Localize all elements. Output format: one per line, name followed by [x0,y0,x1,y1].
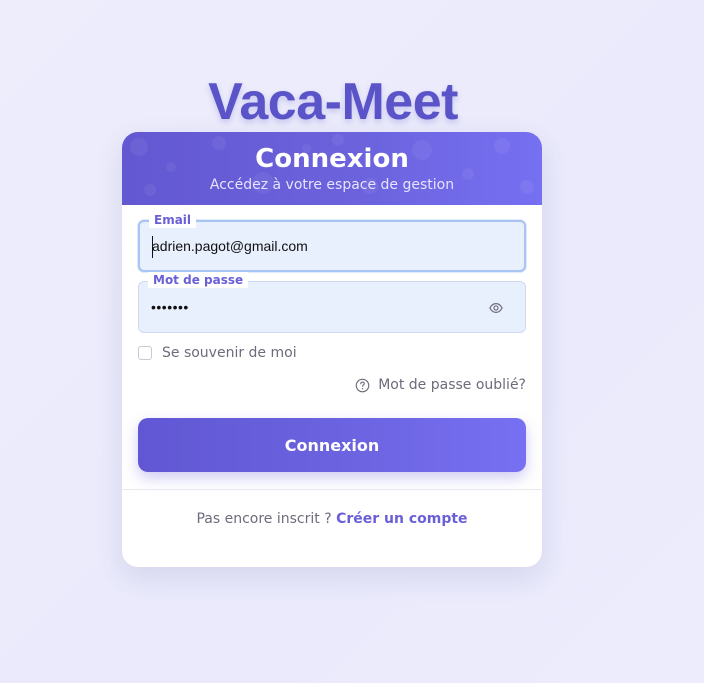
login-subtitle: Accédez à votre espace de gestion [209,177,455,193]
help-circle-icon [355,378,370,392]
remember-checkbox[interactable] [138,346,152,360]
eye-icon[interactable] [489,301,503,315]
signup-prompt: Pas encore inscrit ? Créer un compte [122,511,542,527]
forgot-password-link[interactable]: Mot de passe oublié? [355,377,526,393]
card-divider [122,489,542,490]
password-field[interactable]: Mot de passe [138,272,526,333]
app-brand: Vaca-Meet [208,73,458,131]
signup-prompt-text: Pas encore inscrit ? [196,511,332,527]
login-title: Connexion [255,144,409,174]
forgot-password-label: Mot de passe oublié? [378,377,526,393]
remember-me[interactable]: Se souvenir de moi [138,345,297,361]
email-field[interactable]: Email [138,212,526,272]
signup-link[interactable]: Créer un compte [336,511,467,527]
remember-label: Se souvenir de moi [162,345,297,361]
password-input[interactable] [151,282,471,332]
login-submit-button[interactable]: Connexion [138,418,526,472]
login-card: Connexion Accédez à votre espace de gest… [122,132,542,567]
login-header: Connexion Accédez à votre espace de gest… [122,132,542,205]
email-input[interactable] [152,222,472,270]
